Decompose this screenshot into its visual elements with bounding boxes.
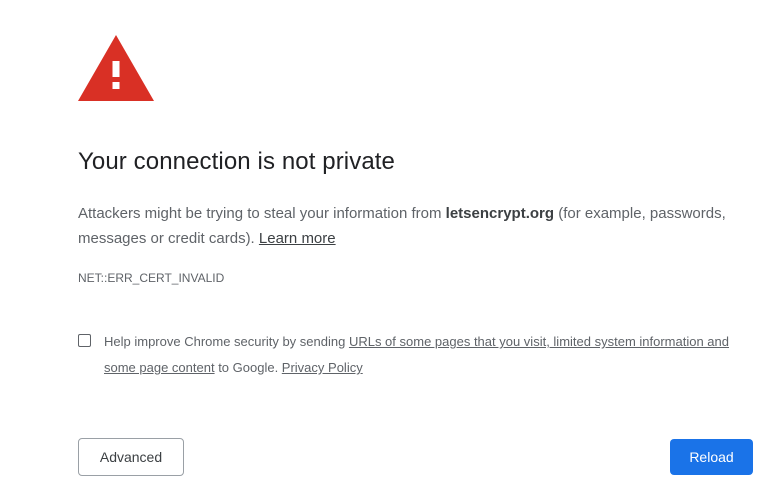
optin-text-2: to Google. bbox=[214, 360, 282, 375]
error-description: Attackers might be trying to steal your … bbox=[78, 201, 768, 251]
learn-more-link[interactable]: Learn more bbox=[259, 230, 336, 247]
page-title: Your connection is not private bbox=[78, 148, 395, 175]
error-code: NET::ERR_CERT_INVALID bbox=[78, 271, 225, 285]
privacy-policy-link[interactable]: Privacy Policy bbox=[282, 360, 363, 375]
domain-name: letsencrypt.org bbox=[445, 205, 555, 222]
improve-security-checkbox[interactable] bbox=[78, 334, 91, 347]
reload-button[interactable]: Reload bbox=[670, 439, 753, 475]
optin-text-1: Help improve Chrome security by sending bbox=[104, 334, 349, 349]
warning-triangle-icon bbox=[78, 35, 154, 101]
improve-security-label: Help improve Chrome security by sending … bbox=[104, 329, 764, 381]
description-text-1: Attackers might be trying to steal your … bbox=[78, 205, 446, 222]
interstitial-page: Your connection is not private Attackers… bbox=[0, 0, 784, 484]
advanced-button[interactable]: Advanced bbox=[78, 438, 184, 476]
